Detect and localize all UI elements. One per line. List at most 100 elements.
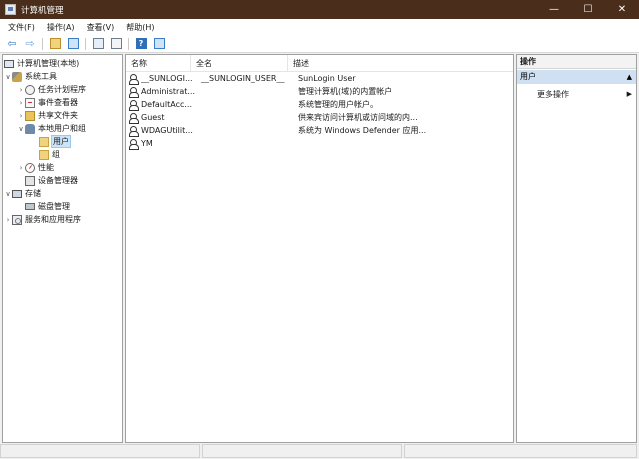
user-icon (129, 138, 139, 150)
tree-item-shared-folders[interactable]: › 共享文件夹 (17, 109, 78, 122)
user-name: Administrat... (141, 87, 195, 96)
shared-folder-icon (25, 110, 35, 121)
column-description[interactable]: 描述 (288, 55, 513, 72)
event-log-icon (25, 97, 35, 108)
user-icon (129, 112, 139, 124)
status-cell (202, 444, 402, 458)
forward-arrow-icon[interactable]: ⇨ (23, 37, 37, 51)
tree-item-task-scheduler[interactable]: › 任务计划程序 (17, 83, 86, 96)
refresh-icon[interactable] (91, 37, 105, 51)
up-folder-icon[interactable] (48, 37, 62, 51)
tree-item-event-viewer[interactable]: › 事件查看器 (17, 96, 78, 109)
collapse-chevron-icon[interactable]: ∨ (4, 190, 12, 198)
tree-item-groups[interactable]: 组 (39, 148, 60, 161)
show-hide-action-icon[interactable] (152, 37, 166, 51)
user-icon (129, 99, 139, 111)
toolbar: ⇦ ⇨ ? (0, 35, 639, 53)
expand-chevron-icon[interactable]: › (17, 112, 25, 120)
user-name: YM (141, 139, 153, 148)
user-description: 供来宾访问计算机或访问域的内... (298, 113, 418, 122)
tree-item-users[interactable]: 用户 (39, 135, 71, 148)
status-bar (0, 444, 639, 459)
toolbar-separator (128, 37, 129, 50)
clock-icon (25, 84, 35, 95)
toolbar-separator (42, 37, 43, 50)
user-name: Guest (141, 113, 165, 122)
folder-icon (39, 136, 49, 147)
submenu-arrow-icon: ▶ (626, 90, 632, 98)
user-name: WDAGUtilit... (141, 126, 193, 135)
back-arrow-icon[interactable]: ⇦ (5, 37, 19, 51)
minimize-button[interactable]: — (537, 0, 571, 19)
list-column-header: 名称 全名 描述 (126, 55, 513, 72)
folder-icon (39, 149, 49, 160)
actions-pane: 操作 用户 ▲ 更多操作 ▶ (516, 54, 637, 443)
actions-header: 操作 (517, 55, 636, 69)
more-actions-item[interactable]: 更多操作 ▶ (537, 88, 636, 101)
maximize-button[interactable]: ☐ (571, 0, 605, 19)
computer-icon (4, 59, 14, 68)
table-row[interactable]: DefaultAcc... 系统管理的用户帐户。 (126, 98, 513, 111)
actions-section-label: 用户 (520, 72, 536, 81)
services-icon (12, 214, 22, 225)
collapse-chevron-icon[interactable]: ∨ (4, 73, 12, 81)
console-tree-pane: 计算机管理(本地) ∨ 系统工具 › 任务计划程序 › 事件查看器 › 共享文件… (2, 54, 123, 443)
device-manager-icon (25, 175, 35, 186)
column-name[interactable]: 名称 (126, 55, 191, 72)
expand-chevron-icon[interactable]: › (4, 216, 12, 224)
user-description: 系统管理的用户帐户。 (298, 100, 378, 109)
toolbar-separator (85, 37, 86, 50)
status-cell (0, 444, 200, 458)
tools-icon (12, 71, 22, 82)
menu-bar: 文件(F) 操作(A) 查看(V) 帮助(H) (0, 19, 639, 35)
actions-section-users[interactable]: 用户 ▲ (517, 70, 636, 84)
user-icon (129, 73, 139, 85)
user-name: __SUNLOGI... (141, 74, 193, 83)
tree-item-storage[interactable]: ∨ 存储 (4, 187, 41, 200)
show-hide-tree-icon[interactable] (66, 37, 80, 51)
window-title: 计算机管理 (21, 5, 64, 16)
performance-gauge-icon (25, 162, 35, 173)
status-cell (404, 444, 637, 458)
help-icon[interactable]: ? (134, 37, 148, 51)
users-group-icon (25, 123, 35, 134)
user-description: 管理计算机(域)的内置帐户 (298, 87, 393, 96)
column-fullname[interactable]: 全名 (191, 55, 288, 72)
collapse-chevron-icon[interactable]: ∨ (17, 125, 25, 133)
table-row[interactable]: WDAGUtilit... 系统为 Windows Defender 应用... (126, 124, 513, 137)
menu-file[interactable]: 文件(F) (2, 22, 41, 33)
title-bar: 计算机管理 — ☐ ✕ (0, 0, 639, 19)
tree-item-device-manager[interactable]: 设备管理器 (25, 174, 78, 187)
menu-action[interactable]: 操作(A) (41, 22, 81, 33)
user-description: SunLogin User (298, 74, 356, 83)
user-name: DefaultAcc... (141, 100, 192, 109)
expand-chevron-icon[interactable]: › (17, 99, 25, 107)
table-row[interactable]: __SUNLOGI... __SUNLOGIN_USER__ SunLogin … (126, 72, 513, 85)
user-fullname: __SUNLOGIN_USER__ (201, 74, 285, 83)
user-icon (129, 125, 139, 137)
menu-help[interactable]: 帮助(H) (120, 22, 160, 33)
tree-item-performance[interactable]: › 性能 (17, 161, 54, 174)
user-icon (129, 86, 139, 98)
window-controls: — ☐ ✕ (537, 0, 639, 19)
more-actions-label: 更多操作 (537, 90, 569, 99)
tree-item-root[interactable]: 计算机管理(本地) (4, 57, 79, 70)
close-button[interactable]: ✕ (605, 0, 639, 19)
table-row[interactable]: YM (126, 137, 513, 150)
tree-item-system-tools[interactable]: ∨ 系统工具 (4, 70, 57, 83)
storage-icon (12, 189, 22, 198)
tree-item-services-apps[interactable]: › 服务和应用程序 (4, 213, 81, 226)
table-row[interactable]: Administrat... 管理计算机(域)的内置帐户 (126, 85, 513, 98)
disk-icon (25, 203, 35, 210)
expand-chevron-icon[interactable]: › (17, 86, 25, 94)
export-icon[interactable] (109, 37, 123, 51)
tree-item-local-users-groups[interactable]: ∨ 本地用户和组 (17, 122, 86, 135)
tree-item-disk-management[interactable]: 磁盘管理 (25, 200, 70, 213)
table-row[interactable]: Guest 供来宾访问计算机或访问域的内... (126, 111, 513, 124)
menu-view[interactable]: 查看(V) (81, 22, 121, 33)
user-description: 系统为 Windows Defender 应用... (298, 126, 427, 135)
users-list-pane: 名称 全名 描述 __SUNLOGI... __SUNLOGIN_USER__ … (125, 54, 514, 443)
expand-chevron-icon[interactable]: › (17, 164, 25, 172)
collapse-caret-icon[interactable]: ▲ (627, 70, 632, 84)
computer-management-app-icon (5, 4, 16, 15)
